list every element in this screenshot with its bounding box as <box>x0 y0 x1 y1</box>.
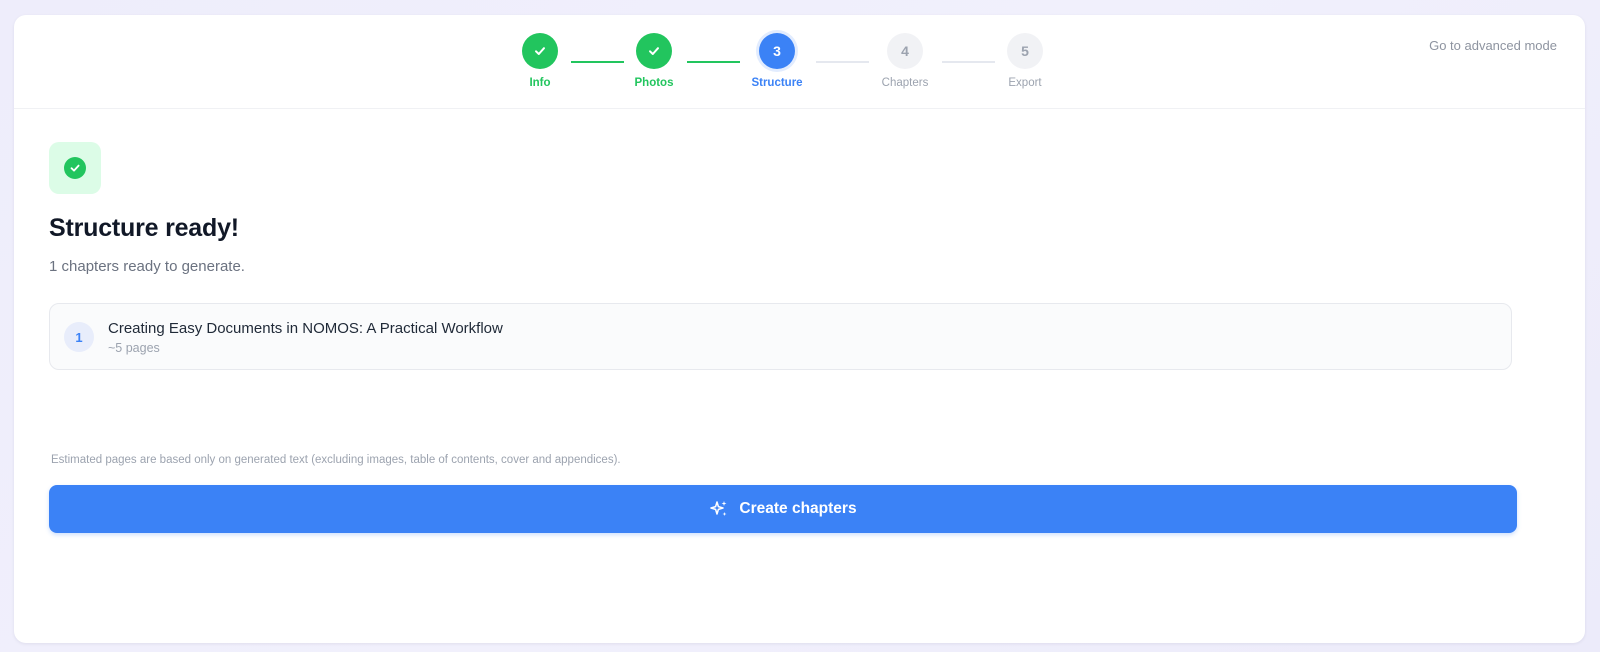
step-number: 5 <box>1007 33 1043 69</box>
sparkles-icon <box>709 499 729 519</box>
check-circle-icon <box>64 157 86 179</box>
step-label: Photos <box>634 77 674 89</box>
step-circle <box>636 33 672 69</box>
chapter-title: Creating Easy Documents in NOMOS: A Prac… <box>108 320 503 337</box>
step-photos[interactable]: Photos <box>614 33 694 89</box>
create-chapters-button[interactable]: Create chapters <box>49 485 1517 533</box>
step-label: Info <box>529 77 551 89</box>
step-number: 3 <box>759 33 795 69</box>
chapter-list-item[interactable]: 1 Creating Easy Documents in NOMOS: A Pr… <box>49 303 1512 370</box>
wizard-card: Info Photos 3 Structure 4 Chapters 5 Exp… <box>14 15 1585 643</box>
step-label: Structure <box>751 77 803 89</box>
step-connector <box>687 61 740 63</box>
step-structure[interactable]: 3 Structure <box>737 33 817 89</box>
step-label: Chapters <box>881 77 929 89</box>
chapter-page-estimate: ~5 pages <box>108 341 160 355</box>
estimate-note: Estimated pages are based only on genera… <box>51 454 621 466</box>
step-export[interactable]: 5 Export <box>985 33 1065 89</box>
step-chapters[interactable]: 4 Chapters <box>865 33 945 89</box>
chapter-number: 1 <box>64 322 94 352</box>
page-subtitle: 1 chapters ready to generate. <box>49 258 245 275</box>
stepper: Info Photos 3 Structure 4 Chapters 5 Exp… <box>14 15 1585 109</box>
check-icon <box>70 164 80 172</box>
success-badge <box>49 142 101 194</box>
page-title: Structure ready! <box>49 214 239 242</box>
step-circle <box>522 33 558 69</box>
step-label: Export <box>1008 77 1042 89</box>
check-icon <box>535 47 545 55</box>
step-number: 4 <box>887 33 923 69</box>
create-chapters-label: Create chapters <box>739 500 857 517</box>
wizard-header: Info Photos 3 Structure 4 Chapters 5 Exp… <box>14 15 1585 109</box>
check-icon <box>649 47 659 55</box>
step-info[interactable]: Info <box>500 33 580 89</box>
step-connector <box>816 61 869 63</box>
advanced-mode-link[interactable]: Go to advanced mode <box>1429 38 1557 53</box>
